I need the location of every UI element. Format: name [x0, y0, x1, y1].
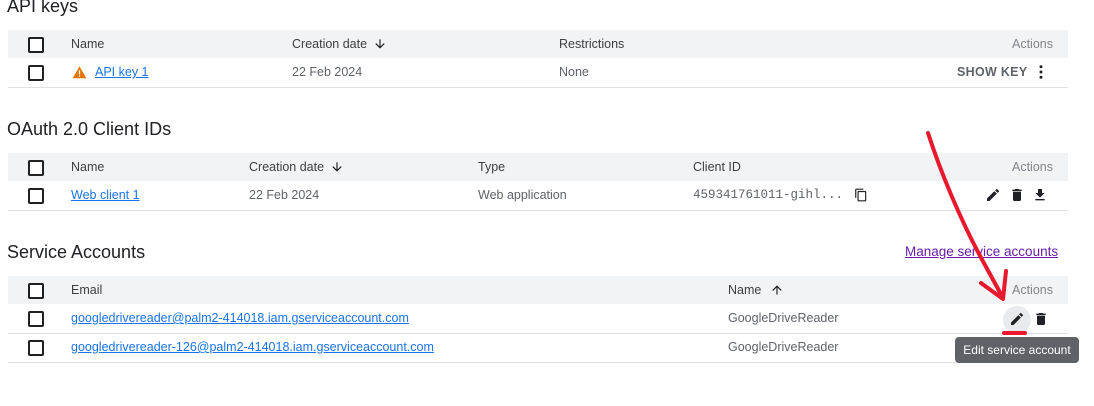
- annotation-arrow: [926, 131, 1027, 335]
- tooltip: Edit service account: [955, 337, 1079, 363]
